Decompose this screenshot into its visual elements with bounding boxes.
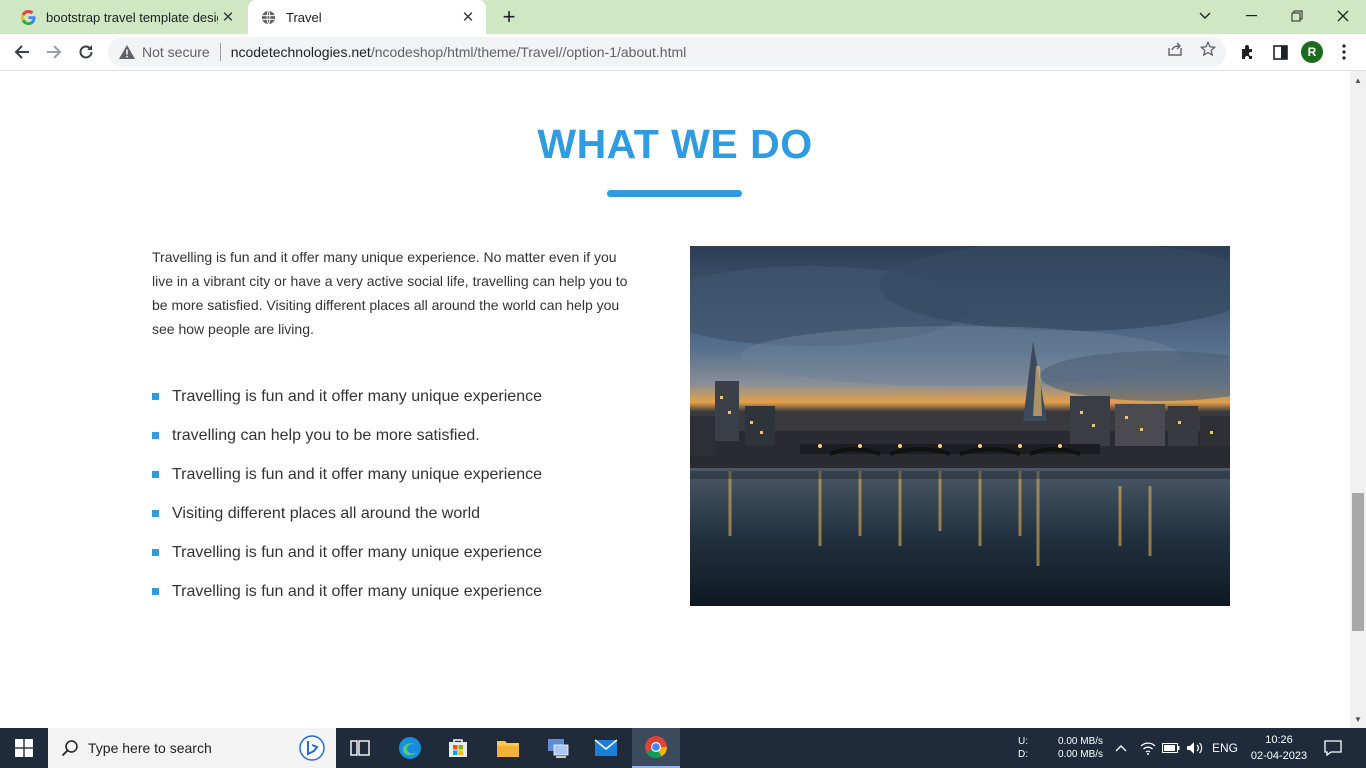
feature-text: Visiting different places all around the… [172, 504, 481, 522]
url-host: ncodetechnologies.net [230, 44, 371, 60]
warning-icon[interactable] [118, 45, 136, 59]
square-bullet-icon [152, 471, 159, 478]
tab-bootstrap-search[interactable]: bootstrap travel template design ✕ [8, 0, 246, 34]
square-bullet-icon [152, 549, 159, 556]
remote-desktop-icon[interactable] [534, 728, 582, 768]
feature-text: Travelling is fun and it offer many uniq… [172, 543, 542, 561]
reload-icon[interactable] [72, 38, 100, 66]
list-item: Visiting different places all around the… [152, 494, 542, 533]
scrollbar-thumb[interactable] [1352, 493, 1364, 631]
profile-avatar[interactable]: R [1301, 41, 1323, 63]
tab-strip: bootstrap travel template design ✕ Trave… [0, 0, 1366, 34]
battery-icon[interactable] [1162, 728, 1180, 768]
mail-icon[interactable] [582, 728, 630, 768]
more-menu-icon[interactable] [1330, 38, 1358, 66]
network-speed-widget: U: 0.00 MB/s D: 0.00 MB/s [1018, 735, 1103, 761]
tab-title: Travel [286, 9, 322, 25]
bookmark-star-icon[interactable] [1197, 38, 1219, 60]
scroll-up-arrow-icon[interactable]: ▲ [1350, 73, 1366, 87]
chrome-icon[interactable] [632, 728, 680, 768]
taskbar-search-box[interactable]: Type here to search [48, 728, 336, 768]
download-speed: 0.00 MB/s [1058, 749, 1104, 760]
tab-title: bootstrap travel template design [46, 9, 218, 25]
section-heading: WHAT WE DO [537, 121, 813, 167]
upload-label: U: [1018, 736, 1028, 747]
feature-list: Travelling is fun and it offer many uniq… [152, 377, 542, 611]
list-item: Travelling is fun and it offer many uniq… [152, 377, 542, 416]
url-path: /ncodeshop/html/theme/Travel//option-1/a… [370, 44, 687, 60]
google-icon [20, 9, 36, 25]
microsoft-store-icon[interactable] [434, 728, 482, 768]
search-icon [60, 739, 80, 757]
forward-arrow-icon[interactable] [40, 38, 68, 66]
wifi-icon[interactable] [1140, 728, 1156, 768]
input-language[interactable]: ENG [1212, 728, 1238, 768]
divider [219, 43, 221, 61]
feature-text: Travelling is fun and it offer many uniq… [172, 465, 542, 483]
clock-date: 02-04-2023 [1250, 750, 1308, 762]
download-label: D: [1018, 749, 1028, 760]
notifications-icon[interactable] [1324, 728, 1342, 768]
globe-icon [260, 9, 276, 25]
side-panel-icon[interactable] [1266, 38, 1294, 66]
list-item: travelling can help you to be more satis… [152, 416, 542, 455]
search-placeholder: Type here to search [88, 740, 212, 756]
square-bullet-icon [152, 510, 159, 517]
city-river-photo [690, 246, 1230, 606]
browser-toolbar: Not secure ncodetechnologies.net /ncodes… [0, 34, 1366, 71]
close-window-icon[interactable] [1320, 0, 1366, 32]
file-explorer-icon[interactable] [484, 728, 532, 768]
windows-start-icon[interactable] [0, 728, 48, 768]
plus-icon[interactable]: + [496, 4, 522, 30]
minimize-icon[interactable] [1228, 0, 1274, 32]
close-tab-icon[interactable]: ✕ [458, 7, 478, 27]
feature-text: Travelling is fun and it offer many uniq… [172, 582, 542, 600]
page-scrollbar[interactable]: ▲ ▼ [1350, 71, 1366, 728]
tab-search-chevron-icon[interactable] [1182, 0, 1228, 32]
windows-taskbar: Type here to search U: 0.00 MB/s D: 0.00 M… [0, 728, 1366, 768]
scroll-down-arrow-icon[interactable]: ▼ [1350, 712, 1366, 726]
square-bullet-icon [152, 432, 159, 439]
list-item: Travelling is fun and it offer many uniq… [152, 572, 542, 611]
heading-underline [607, 190, 742, 197]
feature-text: Travelling is fun and it offer many uniq… [172, 387, 542, 405]
upload-speed: 0.00 MB/s [1058, 736, 1104, 747]
tab-travel[interactable]: Travel ✕ [248, 0, 486, 34]
square-bullet-icon [152, 393, 159, 400]
task-view-icon[interactable] [336, 728, 384, 768]
clock-time: 10:26 [1265, 734, 1293, 746]
security-label: Not secure [142, 44, 210, 60]
list-item: Travelling is fun and it offer many uniq… [152, 533, 542, 572]
system-clock[interactable]: 10:26 02-04-2023 [1240, 732, 1318, 764]
restore-icon[interactable] [1274, 0, 1320, 32]
intro-paragraph: Travelling is fun and it offer many uniq… [152, 249, 628, 337]
show-hidden-icons-chevron-icon[interactable] [1115, 728, 1127, 768]
address-bar[interactable]: Not secure ncodetechnologies.net /ncodes… [108, 37, 1226, 67]
bing-icon[interactable] [298, 734, 326, 762]
page-viewport: WHAT WE DO Travelling is fun and it offe… [0, 71, 1350, 728]
share-icon[interactable] [1164, 38, 1186, 60]
list-item: Travelling is fun and it offer many uniq… [152, 455, 542, 494]
square-bullet-icon [152, 588, 159, 595]
close-tab-icon[interactable]: ✕ [218, 7, 238, 27]
back-arrow-icon[interactable] [8, 38, 36, 66]
feature-text: travelling can help you to be more satis… [172, 426, 480, 444]
extensions-puzzle-icon[interactable] [1234, 38, 1262, 66]
speaker-volume-icon[interactable] [1186, 728, 1204, 768]
edge-browser-icon[interactable] [386, 728, 434, 768]
